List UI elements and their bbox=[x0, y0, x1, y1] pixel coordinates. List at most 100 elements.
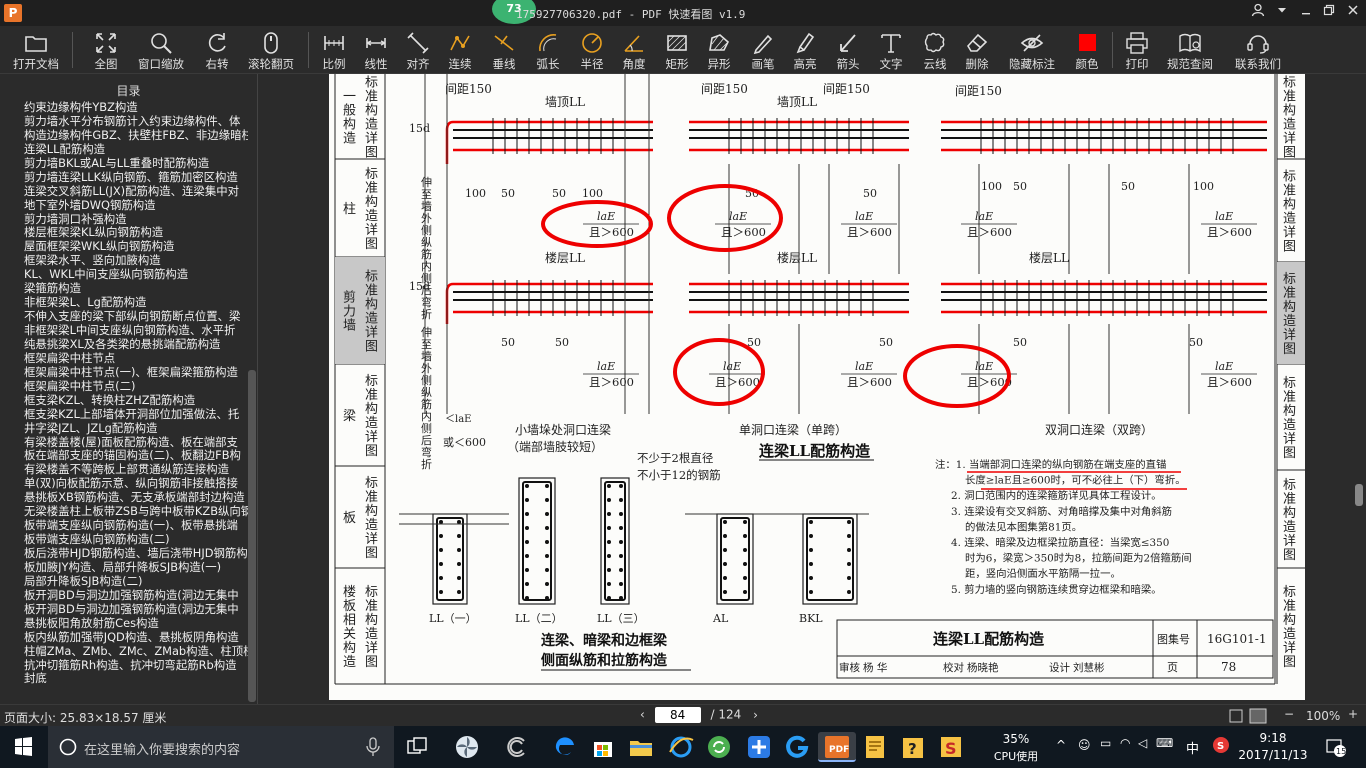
toc-item[interactable]: 连梁LL配筋构造 bbox=[0, 142, 248, 156]
app-logo[interactable]: P bbox=[4, 4, 22, 22]
toc-item[interactable]: 纯悬挑梁XL及各类梁的悬挑端配筋构造 bbox=[0, 337, 248, 351]
toc-item[interactable]: 板在端部支座的锚固构造(二)、板翻边FB构 bbox=[0, 448, 248, 462]
toc-item[interactable]: 井字梁JZL、JZLg配筋构造 bbox=[0, 421, 248, 435]
swirl-app-icon[interactable] bbox=[502, 732, 532, 762]
zoom-in-icon[interactable]: + bbox=[1348, 707, 1358, 721]
restore-icon[interactable] bbox=[1319, 3, 1339, 23]
toc-item[interactable]: 框架扁梁中柱节点(二) bbox=[0, 379, 248, 393]
store-icon[interactable] bbox=[588, 732, 618, 762]
standards-lookup-button[interactable]: 规范查阅 bbox=[1162, 26, 1218, 74]
notes-app-icon[interactable] bbox=[860, 732, 890, 762]
color-button[interactable]: 颜色 bbox=[1068, 26, 1106, 74]
keyboard-icon[interactable]: ⌨ bbox=[1156, 736, 1173, 750]
toc-item[interactable]: 剪力墙连梁LLK纵向钢筋、箍筋加密区构造 bbox=[0, 170, 248, 184]
toc-item[interactable]: 屋面框架梁WKL纵向钢筋构造 bbox=[0, 239, 248, 253]
toc-item[interactable]: 板内纵筋加强带JQD构造、悬挑板阴角构造 bbox=[0, 630, 248, 644]
toc-item[interactable]: 封底 bbox=[0, 671, 248, 685]
toc-item[interactable]: 框架扁梁中柱节点(一)、框架扁梁箍筋构造 bbox=[0, 365, 248, 379]
scale-button[interactable]: 比例 bbox=[316, 26, 352, 74]
red-circle-annotation[interactable] bbox=[667, 184, 783, 252]
fit-page-button[interactable]: 全图 bbox=[86, 26, 126, 74]
user-icon[interactable] bbox=[1248, 3, 1268, 23]
file-explorer-icon[interactable] bbox=[626, 732, 656, 762]
red-circle-annotation[interactable] bbox=[673, 338, 765, 406]
arrow-button[interactable]: 箭头 bbox=[830, 26, 866, 74]
clock-time[interactable]: 9:18 bbox=[1238, 731, 1308, 745]
minimize-icon[interactable] bbox=[1296, 3, 1316, 23]
pen-button[interactable]: 画笔 bbox=[744, 26, 782, 74]
zoom-out-icon[interactable]: − bbox=[1284, 707, 1294, 721]
pdf-page[interactable]: 一般构造标准构造详图柱标准构造详图剪力墙标准构造详图梁标准构造详图板标准构造详图… bbox=[329, 74, 1305, 700]
perpendicular-button[interactable]: 垂线 bbox=[484, 26, 524, 74]
toc-item[interactable]: 连梁交叉斜筋LL(JX)配筋构造、连梁集中对 bbox=[0, 184, 248, 198]
menu-dropdown-icon[interactable] bbox=[1272, 3, 1292, 23]
toc-item[interactable]: 地下室外墙DWQ钢筋构造 bbox=[0, 198, 248, 212]
refresh-green-app-icon[interactable] bbox=[704, 732, 734, 762]
toc-item[interactable]: 剪力墙洞口补强构造 bbox=[0, 212, 248, 226]
pdf-viewer-taskbar-icon[interactable]: PDF bbox=[818, 732, 856, 762]
toc-item[interactable]: 框架扁梁中柱节点 bbox=[0, 351, 248, 365]
toc-item[interactable]: 框支梁KZL、转换柱ZHZ配筋构造 bbox=[0, 393, 248, 407]
toc-item[interactable]: 板开洞BD与洞边加强钢筋构造(洞边无集中 bbox=[0, 602, 248, 616]
people-icon[interactable]: ☺ bbox=[1078, 738, 1091, 752]
arc-length-button[interactable]: 弧长 bbox=[528, 26, 568, 74]
toc-item[interactable]: 板加腋JY构造、局部升降板SJB构造(一) bbox=[0, 560, 248, 574]
view-mode-icon[interactable] bbox=[1228, 708, 1268, 727]
toc-item[interactable]: 框支梁KZL上部墙体开洞部位加强做法、托 bbox=[0, 407, 248, 421]
toc-item[interactable]: 板带端支座纵向钢筋构造(一)、板带悬挑端 bbox=[0, 518, 248, 532]
page-number-input[interactable]: 84 bbox=[654, 707, 701, 723]
zoom-level[interactable]: 100% bbox=[1306, 709, 1340, 723]
sidebar-scrollbar[interactable] bbox=[248, 370, 256, 702]
highlighter-button[interactable]: 高亮 bbox=[786, 26, 824, 74]
next-page-icon[interactable]: › bbox=[753, 708, 758, 722]
toc-item[interactable]: 剪力墙水平分布钢筋计入约束边缘构件、体 bbox=[0, 114, 248, 128]
toc-item[interactable]: 梁箍筋构造 bbox=[0, 281, 248, 295]
window-zoom-button[interactable]: 窗口缩放 bbox=[134, 26, 188, 74]
edge-browser-icon[interactable] bbox=[550, 732, 580, 762]
wifi-icon[interactable]: ◠ bbox=[1120, 736, 1130, 750]
ie-browser-icon[interactable] bbox=[666, 732, 696, 762]
battery-icon[interactable]: ▭ bbox=[1100, 736, 1111, 750]
cloud-line-button[interactable]: 云线 bbox=[916, 26, 954, 74]
text-button[interactable]: 文字 bbox=[872, 26, 910, 74]
rotate-right-button[interactable]: 右转 bbox=[198, 26, 236, 74]
angle-button[interactable]: 角度 bbox=[614, 26, 654, 74]
toc-item[interactable]: 楼层框架梁KL纵向钢筋构造 bbox=[0, 225, 248, 239]
toc-item[interactable]: 不伸入支座的梁下部纵向钢筋断点位置、梁 bbox=[0, 309, 248, 323]
hide-annotations-button[interactable]: 隐藏标注 bbox=[1004, 26, 1060, 74]
glodon-app-icon[interactable] bbox=[782, 732, 812, 762]
toc-item[interactable]: 有梁楼盖不等跨板上部贯通纵筋连接构造 bbox=[0, 462, 248, 476]
toc-item[interactable]: 剪力墙BKL或AL与LL重叠时配筋构造 bbox=[0, 156, 248, 170]
toc-item[interactable]: 约束边缘构件YBZ构造 bbox=[0, 100, 248, 114]
toc-item[interactable]: 构造边缘构件GBZ、扶壁柱FBZ、非边缘暗柱 bbox=[0, 128, 248, 142]
toc-item[interactable]: KL、WKL中间支座纵向钢筋构造 bbox=[0, 267, 248, 281]
toc-item[interactable]: 板后浇带HJD钢筋构造、墙后浇带HJD钢筋构 bbox=[0, 546, 248, 560]
viewer-scrollbar[interactable] bbox=[1355, 484, 1363, 506]
taskbar-search[interactable]: 在这里输入你要搜索的内容 bbox=[48, 726, 394, 768]
s-app-icon[interactable]: S bbox=[936, 732, 966, 762]
ime-indicator[interactable]: 中 bbox=[1186, 738, 1199, 757]
action-center-icon[interactable]: 15 bbox=[1324, 736, 1346, 761]
polygon-area-button[interactable]: 异形 bbox=[700, 26, 738, 74]
contact-us-button[interactable]: 联系我们 bbox=[1230, 26, 1286, 74]
toc-item[interactable]: 框架梁水平、竖向加腋构造 bbox=[0, 253, 248, 267]
print-button[interactable]: 打印 bbox=[1118, 26, 1156, 74]
volume-icon[interactable]: ◁ bbox=[1138, 736, 1147, 750]
linear-measure-button[interactable]: 线性 bbox=[358, 26, 394, 74]
continuous-measure-button[interactable]: 连续 bbox=[442, 26, 478, 74]
toc-item[interactable]: 无梁楼盖柱上板带ZSB与跨中板带KZB纵向钢 bbox=[0, 504, 248, 518]
toc-item[interactable]: 局部升降板SJB构造(二) bbox=[0, 574, 248, 588]
start-button[interactable] bbox=[0, 726, 48, 768]
radius-button[interactable]: 半径 bbox=[572, 26, 612, 74]
help-app-icon[interactable]: ? bbox=[898, 732, 928, 762]
sogou-icon[interactable]: S bbox=[1212, 736, 1230, 757]
wheel-paging-button[interactable]: 滚轮翻页 bbox=[244, 26, 298, 74]
toc-item[interactable]: 柱帽ZMa、ZMb、ZMc、ZMab构造、柱顶柱帽 bbox=[0, 644, 248, 658]
toc-item[interactable]: 非框架梁L中间支座纵向钢筋构造、水平折 bbox=[0, 323, 248, 337]
aligned-measure-button[interactable]: 对齐 bbox=[400, 26, 436, 74]
rectangle-area-button[interactable]: 矩形 bbox=[658, 26, 696, 74]
tray-expand-icon[interactable]: ^ bbox=[1056, 738, 1066, 752]
delete-button[interactable]: 删除 bbox=[958, 26, 996, 74]
toc-item[interactable]: 悬挑板XB钢筋构造、无支承板端部封边构造 bbox=[0, 490, 248, 504]
task-view-icon[interactable] bbox=[402, 732, 432, 762]
